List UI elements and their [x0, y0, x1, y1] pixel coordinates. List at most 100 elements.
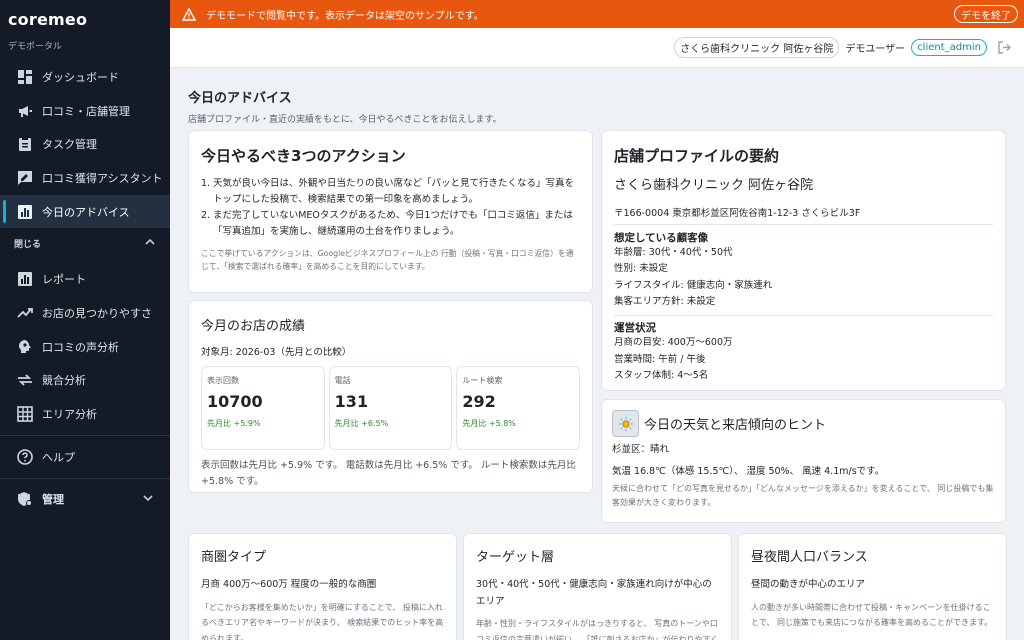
sidebar-item-area[interactable]: エリア分析 — [0, 397, 170, 431]
metric-value: 10700 — [207, 392, 263, 411]
rate-review-icon — [16, 169, 34, 187]
list-item: 1. 天気が良い今日は、外観や日当たりの良い席など「パッと見て行きたくなる」写真を… — [201, 176, 580, 208]
insight-icon — [16, 338, 34, 356]
sidebar-divider — [0, 477, 170, 479]
chevron-down-icon — [142, 492, 154, 507]
sidebar-item-label: ダッシュボード — [42, 70, 119, 84]
trade-area-lead: 月商 400万〜600万 程度の一般的な商圏 — [201, 579, 377, 590]
profile-card: 店舗プロファイルの要約 さくら歯科クリニック 阿佐ヶ谷院 〒166-0004 東… — [601, 130, 1006, 391]
exit-demo-button[interactable]: デモを終了 — [954, 5, 1018, 23]
sidebar-item-label: 口コミ・店舗管理 — [42, 104, 130, 118]
sidebar-nav: ダッシュボード 口コミ・店舗管理 タスク管理 口コミ獲得アシスタント 今日のアド… — [0, 60, 170, 229]
metrics-row: 表示回数 10700 先月比 +5.9% 電話 131 先月比 +6.5% ルー… — [201, 366, 581, 450]
trade-area-note: 「どこからお客様を集めたいか」を明確にすることで、 投稿に入れるべきエリア名やキ… — [201, 602, 444, 640]
performance-card: 今月のお店の成績 対象月: 2026-03（先月との比較） 表示回数 10700… — [188, 300, 593, 493]
sidebar-item-review-assistant[interactable]: 口コミ獲得アシスタント — [0, 161, 170, 195]
metric-change: 先月比 +6.5% — [334, 419, 389, 428]
weather-stats: 気温 16.8℃（体感 15.5℃）、 湿度 50%、 風速 4.1m/sです。 — [612, 466, 885, 477]
customer-line: 年齢層: 30代・40代・50代 — [614, 247, 733, 258]
action-text: 天気が良い今日は、外観や日当たりの良い席など「パッと見て行きたくなる」写真をトッ… — [213, 178, 575, 206]
trade-area-card: 商圏タイプ 月商 400万〜600万 程度の一般的な商圏 「どこからお客様を集め… — [188, 533, 457, 640]
sidebar-item-dashboard[interactable]: ダッシュボード — [0, 60, 170, 94]
metric-change: 先月比 +5.8% — [462, 419, 516, 428]
sidebar-item-competitor[interactable]: 競合分析 — [0, 364, 170, 398]
compare-icon — [16, 371, 34, 389]
customer-line: ライフスタイル: 健康志向・家族連れ — [614, 279, 773, 291]
top-header: さくら歯科クリニック 阿佐ヶ谷院 デモユーザー client_admin — [170, 28, 1024, 68]
actions-note: ここで挙げているアクションは、Googleビジネスプロフィール上の 行動（投稿・… — [201, 248, 574, 272]
sidebar-item-reviews[interactable]: 口コミ・店舗管理 — [0, 94, 170, 128]
weather-note: 天候に合わせて「どの写真を見せるか」「どんなメッセージを添えるか」を変えることで… — [612, 484, 994, 507]
weather-title: 今日の天気と来店傾向のヒント — [644, 418, 827, 433]
metric-value: 292 — [462, 392, 496, 411]
sidebar-item-help[interactable]: ヘルプ — [0, 440, 170, 474]
dashboard-icon — [16, 68, 34, 86]
sidebar-item-report[interactable]: レポート — [0, 262, 170, 296]
chart-icon — [16, 270, 34, 288]
actions-list: 1. 天気が良い今日は、外観や日当たりの良い席など「パッと見て行きたくなる」写真を… — [201, 176, 580, 241]
metric-views: 表示回数 10700 先月比 +5.9% — [201, 366, 325, 450]
sidebar-item-label: 競合分析 — [42, 374, 86, 388]
list-item: 2. まだ完了していないMEOタスクがあるため、今日1つだけでも「口コミ返信」また… — [201, 208, 580, 240]
profile-store-name: さくら歯科クリニック 阿佐ヶ谷院 — [614, 178, 814, 193]
sidebar: coremeo デモポータル ダッシュボード 口コミ・店舗管理 タスク管理 口コ… — [0, 0, 170, 640]
actions-title: 今日やるべき3つのアクション — [201, 147, 406, 165]
page-title: 今日のアドバイス — [188, 91, 292, 106]
customer-line: 集客エリア方針: 未設定 — [614, 295, 716, 307]
target-card: ターゲット層 30代・40代・50代・健康志向・家族連れ向けが中心のエリア 年齢… — [463, 533, 732, 640]
demo-banner-text: デモモードで閲覧中です。表示データは架空のサンプルです。 — [206, 10, 484, 22]
sun-icon — [612, 410, 639, 437]
sidebar-item-label: 今日のアドバイス — [42, 205, 130, 219]
sidebar-item-findability[interactable]: お店の見つかりやすさ — [0, 296, 170, 330]
performance-title: 今月のお店の成績 — [201, 319, 306, 334]
weather-header: 今日の天気と来店傾向のヒント — [612, 410, 995, 437]
sidebar-item-label: タスク管理 — [42, 138, 97, 152]
ops-line: 月商の目安: 400万〜600万 — [614, 337, 733, 349]
sidebar-divider — [0, 434, 170, 436]
sidebar-section-label: 閉じる — [14, 239, 42, 250]
user-id-badge: client_admin — [911, 39, 987, 56]
sidebar-item-label: 管理 — [42, 493, 64, 507]
metric-label: 電話 — [334, 376, 351, 385]
admin-label-group: 管理 — [16, 490, 64, 508]
sidebar-item-label: お店の見つかりやすさ — [42, 306, 152, 320]
brand-name[interactable]: coremeo — [8, 10, 162, 29]
target-lead: 30代・40代・50代・健康志向・家族連れ向けが中心のエリア — [476, 579, 712, 607]
sidebar-item-tasks[interactable]: タスク管理 — [0, 127, 170, 161]
sidebar-item-advice[interactable]: 今日のアドバイス — [0, 194, 170, 229]
demo-banner: デモモードで閲覧中です。表示データは架空のサンプルです。 デモを終了 — [170, 0, 1024, 28]
sidebar-item-voice-analysis[interactable]: 口コミの声分析 — [0, 330, 170, 364]
profile-title: 店舗プロファイルの要約 — [614, 147, 780, 165]
sidebar-item-label: ヘルプ — [42, 450, 75, 464]
weather-area: 杉並区：晴れ — [612, 444, 670, 455]
metric-value: 131 — [334, 392, 369, 411]
ops-heading: 運営状況 — [614, 322, 656, 335]
sidebar-item-label: 口コミの声分析 — [42, 340, 119, 354]
list-number: 2. — [201, 210, 211, 222]
main-content: 今日のアドバイス 店舗プロファイル・直近の実績をもとに、今日やるべきことをお伝え… — [170, 69, 1024, 640]
sidebar-item-label: 口コミ獲得アシスタント — [42, 171, 163, 185]
brand-subtitle: デモポータル — [8, 42, 63, 52]
list-number: 1. — [201, 178, 211, 189]
metric-label: 表示回数 — [207, 376, 239, 385]
performance-note: 表示回数は先月比 +5.9% です。 電話数は先月比 +6.5% です。 ルート… — [201, 460, 576, 488]
ops-line: スタッフ体制: 4〜5名 — [614, 369, 709, 381]
user-label: デモユーザー — [845, 44, 906, 55]
clipboard-icon — [16, 135, 34, 153]
logout-icon[interactable] — [997, 40, 1012, 55]
sidebar-section-toggle[interactable]: 閉じる — [0, 228, 170, 258]
metric-directions: ルート検索 292 先月比 +5.8% — [456, 366, 581, 450]
brand: coremeo デモポータル — [0, 0, 170, 56]
store-selector[interactable]: さくら歯科クリニック 阿佐ヶ谷院 — [674, 37, 840, 58]
sidebar-subnav: レポート お店の見つかりやすさ 口コミの声分析 競合分析 エリア分析 — [0, 262, 170, 430]
warning-icon — [182, 7, 196, 21]
metric-calls: 電話 131 先月比 +6.5% — [328, 366, 453, 450]
megaphone-icon — [16, 102, 34, 120]
population-title: 昼夜間人口バランス — [751, 550, 868, 565]
sidebar-item-admin[interactable]: 管理 — [0, 483, 170, 517]
target-title: ターゲット層 — [476, 550, 555, 565]
performance-period: 対象月: 2026-03（先月との比較） — [201, 347, 352, 358]
trade-area-title: 商圏タイプ — [201, 550, 267, 565]
population-card: 昼夜間人口バランス 昼間の動きが中心のエリア 人の動きが多い時間帯に合わせて投稿… — [738, 533, 1007, 640]
trending-up-icon — [16, 304, 34, 322]
